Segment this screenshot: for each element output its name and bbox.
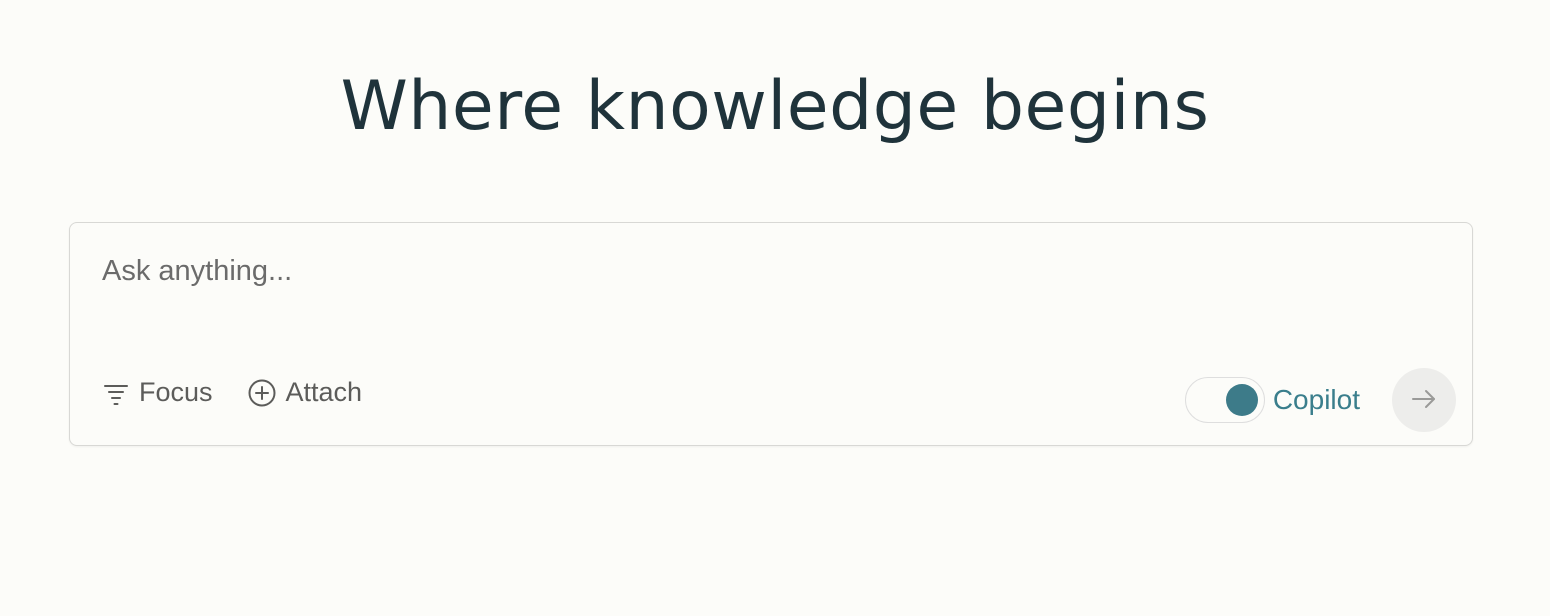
focus-label: Focus [139,377,213,407]
search-input[interactable] [102,255,1432,299]
copilot-toggle[interactable] [1184,377,1265,423]
toggle-knob [1225,384,1258,416]
search-toolbar-right: Copilot [1184,368,1456,432]
search-box: Focus Attach Copilot [69,222,1473,446]
plus-circle-icon [247,378,277,408]
copilot-label[interactable]: Copilot [1273,384,1360,416]
focus-button[interactable]: Focus [102,377,213,408]
page-title: Where knowledge begins [340,67,1210,146]
search-toolbar-left: Focus Attach [102,377,362,408]
attach-label: Attach [285,377,363,407]
submit-button[interactable] [1392,368,1456,432]
attach-button[interactable]: Attach [247,377,363,408]
filter-icon [102,379,130,407]
arrow-right-icon [1409,384,1439,417]
